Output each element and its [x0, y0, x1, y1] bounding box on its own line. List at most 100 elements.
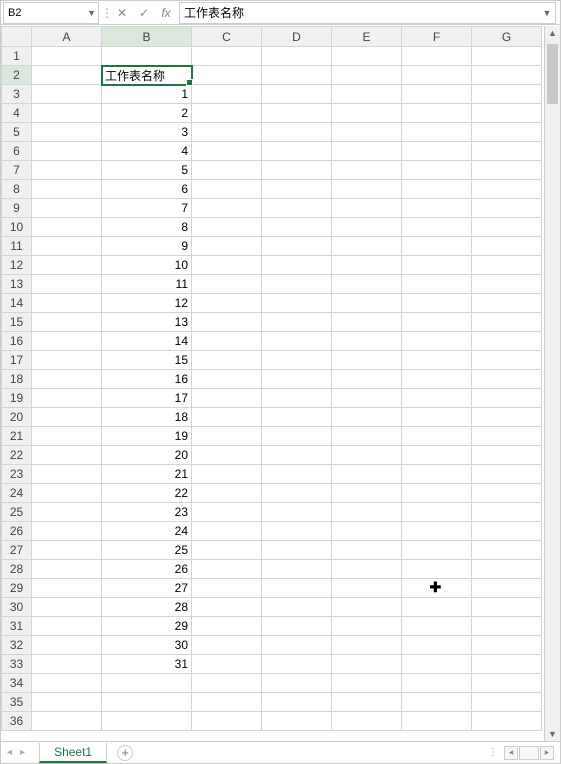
- cell-F28[interactable]: [402, 560, 472, 579]
- cell-D16[interactable]: [262, 332, 332, 351]
- cell-A24[interactable]: [32, 484, 102, 503]
- horizontal-scrollbar[interactable]: ◂ ▸: [504, 746, 554, 760]
- cell-F5[interactable]: [402, 123, 472, 142]
- cell-E4[interactable]: [332, 104, 402, 123]
- column-header-F[interactable]: F: [402, 27, 472, 47]
- column-header-A[interactable]: A: [32, 27, 102, 47]
- row-header-35[interactable]: 35: [2, 693, 32, 712]
- cell-A30[interactable]: [32, 598, 102, 617]
- cell-F14[interactable]: [402, 294, 472, 313]
- cell-B34[interactable]: [102, 674, 192, 693]
- vertical-scrollbar[interactable]: ▲ ▼: [544, 26, 560, 741]
- cell-F1[interactable]: [402, 47, 472, 66]
- cell-D25[interactable]: [262, 503, 332, 522]
- row-header-11[interactable]: 11: [2, 237, 32, 256]
- cell-D23[interactable]: [262, 465, 332, 484]
- cell-G2[interactable]: [472, 66, 542, 85]
- cell-E25[interactable]: [332, 503, 402, 522]
- cell-A8[interactable]: [32, 180, 102, 199]
- confirm-button[interactable]: ✓: [133, 6, 155, 20]
- cell-G10[interactable]: [472, 218, 542, 237]
- cell-C4[interactable]: [192, 104, 262, 123]
- cell-G30[interactable]: [472, 598, 542, 617]
- cell-E19[interactable]: [332, 389, 402, 408]
- cell-G12[interactable]: [472, 256, 542, 275]
- cell-A1[interactable]: [32, 47, 102, 66]
- cell-E9[interactable]: [332, 199, 402, 218]
- tab-nav-prev-icon[interactable]: ▸: [20, 747, 25, 758]
- cell-B2[interactable]: 工作表名称: [102, 66, 192, 85]
- cell-A13[interactable]: [32, 275, 102, 294]
- cell-D33[interactable]: [262, 655, 332, 674]
- cell-F9[interactable]: [402, 199, 472, 218]
- cell-A27[interactable]: [32, 541, 102, 560]
- sheet-tab[interactable]: Sheet1: [39, 743, 107, 763]
- column-header-C[interactable]: C: [192, 27, 262, 47]
- row-header-8[interactable]: 8: [2, 180, 32, 199]
- cell-G23[interactable]: [472, 465, 542, 484]
- cell-G26[interactable]: [472, 522, 542, 541]
- cell-A28[interactable]: [32, 560, 102, 579]
- cell-E24[interactable]: [332, 484, 402, 503]
- row-header-29[interactable]: 29: [2, 579, 32, 598]
- cell-E31[interactable]: [332, 617, 402, 636]
- tab-nav-first-icon[interactable]: ◂: [7, 747, 12, 758]
- cell-E27[interactable]: [332, 541, 402, 560]
- cell-C7[interactable]: [192, 161, 262, 180]
- cell-C29[interactable]: [192, 579, 262, 598]
- cell-G9[interactable]: [472, 199, 542, 218]
- cell-D5[interactable]: [262, 123, 332, 142]
- cell-B19[interactable]: 17: [102, 389, 192, 408]
- cell-F6[interactable]: [402, 142, 472, 161]
- cell-A21[interactable]: [32, 427, 102, 446]
- cell-E29[interactable]: [332, 579, 402, 598]
- row-header-2[interactable]: 2: [2, 66, 32, 85]
- cell-A3[interactable]: [32, 85, 102, 104]
- cell-D27[interactable]: [262, 541, 332, 560]
- cell-B1[interactable]: [102, 47, 192, 66]
- cell-E3[interactable]: [332, 85, 402, 104]
- scroll-right-icon[interactable]: ▸: [540, 746, 554, 760]
- cell-F17[interactable]: [402, 351, 472, 370]
- cell-D7[interactable]: [262, 161, 332, 180]
- cell-G7[interactable]: [472, 161, 542, 180]
- cell-C27[interactable]: [192, 541, 262, 560]
- cell-E23[interactable]: [332, 465, 402, 484]
- row-header-12[interactable]: 12: [2, 256, 32, 275]
- cell-C23[interactable]: [192, 465, 262, 484]
- cell-C12[interactable]: [192, 256, 262, 275]
- row-header-30[interactable]: 30: [2, 598, 32, 617]
- cell-A18[interactable]: [32, 370, 102, 389]
- cell-A32[interactable]: [32, 636, 102, 655]
- cell-E2[interactable]: [332, 66, 402, 85]
- row-header-24[interactable]: 24: [2, 484, 32, 503]
- row-header-15[interactable]: 15: [2, 313, 32, 332]
- cell-A34[interactable]: [32, 674, 102, 693]
- cell-F13[interactable]: [402, 275, 472, 294]
- cell-F4[interactable]: [402, 104, 472, 123]
- name-box-dropdown-icon[interactable]: ▼: [87, 8, 96, 18]
- cell-A29[interactable]: [32, 579, 102, 598]
- row-header-34[interactable]: 34: [2, 674, 32, 693]
- column-header-E[interactable]: E: [332, 27, 402, 47]
- cell-E15[interactable]: [332, 313, 402, 332]
- cell-C10[interactable]: [192, 218, 262, 237]
- cell-E10[interactable]: [332, 218, 402, 237]
- cell-G15[interactable]: [472, 313, 542, 332]
- row-header-1[interactable]: 1: [2, 47, 32, 66]
- cell-B7[interactable]: 5: [102, 161, 192, 180]
- cell-G22[interactable]: [472, 446, 542, 465]
- cell-B24[interactable]: 22: [102, 484, 192, 503]
- cell-B32[interactable]: 30: [102, 636, 192, 655]
- cell-E17[interactable]: [332, 351, 402, 370]
- cell-F29[interactable]: [402, 579, 472, 598]
- cell-F25[interactable]: [402, 503, 472, 522]
- cell-D19[interactable]: [262, 389, 332, 408]
- cell-B10[interactable]: 8: [102, 218, 192, 237]
- cell-E6[interactable]: [332, 142, 402, 161]
- cell-B23[interactable]: 21: [102, 465, 192, 484]
- name-box[interactable]: B2 ▼: [3, 2, 99, 24]
- cell-G29[interactable]: [472, 579, 542, 598]
- cell-F35[interactable]: [402, 693, 472, 712]
- cell-C5[interactable]: [192, 123, 262, 142]
